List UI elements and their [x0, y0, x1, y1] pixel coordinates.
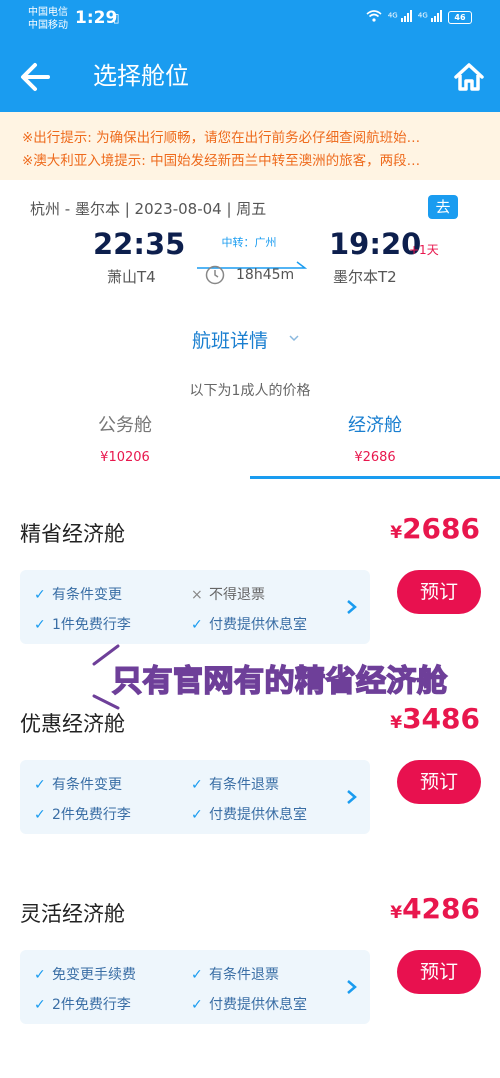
check-icon: ✓: [191, 617, 203, 633]
home-icon[interactable]: [452, 60, 486, 94]
tab-business-price: ¥10206: [100, 450, 150, 465]
fare-feature: ✓ 1件免费行李: [34, 617, 131, 633]
flight-duration: 18h45m: [236, 267, 295, 283]
tab-economy-name: 经济舱: [348, 415, 402, 436]
departure-airport: 萧山T4: [107, 268, 156, 286]
arrival-day-offset: +1天: [409, 243, 439, 257]
check-icon: ✓: [34, 587, 46, 603]
chevron-right-icon[interactable]: [346, 599, 358, 615]
status-icons: 4G 4G 46: [366, 10, 472, 25]
departure-time: 22:35: [93, 227, 186, 261]
book-button[interactable]: 预订: [397, 760, 481, 804]
chevron-right-icon[interactable]: [346, 979, 358, 995]
check-icon: ✓: [34, 807, 46, 823]
fare-rules-box[interactable]: ✓ 有条件变更 ✓ 有条件退票 ✓ 2件免费行李 ✓ 付费提供休息室: [20, 760, 370, 834]
page-title: 选择舱位: [93, 62, 189, 90]
fare-feature: ✓ 免变更手续费: [34, 967, 136, 983]
fare-rules-box[interactable]: ✓ 有条件变更 × 不得退票 ✓ 1件免费行李 ✓ 付费提供休息室: [20, 570, 370, 644]
fare-feature: × 不得退票: [191, 587, 265, 603]
fare-price: ¥4286: [390, 892, 480, 925]
carrier-1: 中国电信: [28, 7, 68, 18]
currency-symbol: ¥: [390, 523, 403, 543]
fare-amount: 3486: [402, 702, 480, 735]
chevron-right-icon[interactable]: [346, 789, 358, 805]
notice-banner[interactable]: ※出行提示: 为确保出行顺畅，请您在出行前务必仔细查阅航班始… ※澳大利亚入境提…: [0, 112, 500, 180]
check-icon: ✓: [191, 777, 203, 793]
annotation-overlay: 只有官网有的精省经济舱: [111, 663, 448, 700]
fare-feature: ✓ 付费提供休息室: [191, 807, 307, 823]
carrier-info: 中国电信 中国移动: [28, 6, 68, 32]
signal-1-icon: 4G: [388, 10, 412, 25]
battery-icon: 46: [448, 11, 472, 24]
wifi-icon: [366, 10, 382, 25]
currency-symbol: ¥: [390, 903, 403, 923]
check-icon: ✓: [34, 777, 46, 793]
fare-feature: ✓ 付费提供休息室: [191, 617, 307, 633]
check-icon: ✓: [191, 997, 203, 1013]
nav-bar: 选择舱位: [0, 40, 500, 112]
notice-line-travel: ※出行提示: 为确保出行顺畅，请您在出行前务必仔细查阅航班始…: [22, 130, 421, 146]
book-button[interactable]: 预订: [397, 950, 481, 994]
notice-line-australia: ※澳大利亚入境提示: 中国始发经新西兰中转至澳洲的旅客，两段…: [22, 153, 421, 169]
clock-icon: [205, 265, 225, 285]
check-icon: ✓: [191, 967, 203, 983]
transfer-label: 中转：广州: [221, 236, 277, 249]
fare-rules-box[interactable]: ✓ 免变更手续费 ✓ 有条件退票 ✓ 2件免费行李 ✓ 付费提供休息室: [20, 950, 370, 1024]
fare-name: 精省经济舱: [20, 522, 125, 546]
fare-feature: ✓ 2件免费行李: [34, 997, 131, 1013]
chevron-down-icon[interactable]: [287, 330, 301, 344]
fare-price: ¥2686: [390, 512, 480, 545]
tab-business-name: 公务舱: [98, 415, 152, 436]
flight-details-link[interactable]: 航班详情: [192, 326, 268, 353]
check-icon: ✓: [34, 617, 46, 633]
carrier-2: 中国移动: [28, 20, 68, 31]
network-2-label: 4G: [417, 11, 428, 20]
clock-time: 1:29: [75, 8, 118, 28]
fare-price: ¥3486: [390, 702, 480, 735]
book-button[interactable]: 预订: [397, 570, 481, 614]
tab-business[interactable]: 公务舱 ¥10206: [0, 414, 250, 465]
arrival-airport: 墨尔本T2: [333, 268, 397, 286]
signal-2-icon: 4G: [418, 10, 442, 25]
fare-feature: ✓ 有条件变更: [34, 587, 122, 603]
check-icon: ✓: [34, 967, 46, 983]
direction-tag: 去: [428, 195, 458, 219]
app-header: 中国电信 中国移动 1:29 ▯ 4G 4G 46 选择舱位: [0, 0, 500, 112]
fare-feature: ✓ 有条件退票: [191, 967, 279, 983]
fare-feature: ✓ 付费提供休息室: [191, 997, 307, 1013]
fare-name: 优惠经济舱: [20, 712, 125, 736]
route-info: 杭州 - 墨尔本 | 2023-08-04 | 周五: [30, 200, 267, 218]
fare-feature: ✓ 有条件变更: [34, 777, 122, 793]
cross-icon: ×: [191, 587, 203, 603]
currency-symbol: ¥: [390, 713, 403, 733]
vibrate-icon: ▯: [113, 11, 120, 25]
fare-card-flexible: 灵活经济舱 ¥4286 ✓ 免变更手续费 ✓ 有条件退票 ✓ 2件免费行李 ✓ 付费提供…: [0, 892, 500, 1078]
fare-feature: ✓ 2件免费行李: [34, 807, 131, 823]
fare-card-discount: 优惠经济舱 ¥3486 ✓ 有条件变更 ✓ 有条件退票 ✓ 2件免费行李 ✓ 付费提供休…: [0, 702, 500, 888]
flight-arrow-icon: [197, 254, 308, 269]
fare-name: 灵活经济舱: [20, 902, 125, 926]
check-icon: ✓: [34, 997, 46, 1013]
arrival-time: 19:20: [329, 227, 422, 261]
fare-feature: ✓ 有条件退票: [191, 777, 279, 793]
network-1-label: 4G: [387, 11, 398, 20]
fare-amount: 4286: [402, 892, 480, 925]
arrow-left-icon[interactable]: [18, 60, 52, 94]
price-note: 以下为1成人的价格: [189, 383, 311, 399]
status-bar: 中国电信 中国移动 1:29 ▯ 4G 4G 46: [0, 0, 500, 38]
tab-underline: [250, 476, 500, 479]
tab-economy[interactable]: 经济舱 ¥2686: [250, 414, 500, 465]
fare-amount: 2686: [402, 512, 480, 545]
tab-economy-price: ¥2686: [354, 450, 396, 465]
check-icon: ✓: [191, 807, 203, 823]
